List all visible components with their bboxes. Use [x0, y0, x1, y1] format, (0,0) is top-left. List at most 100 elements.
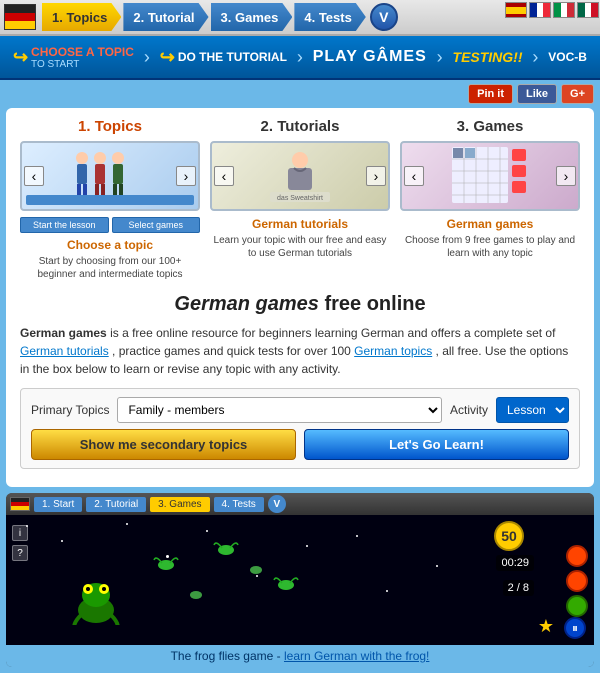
- nav-tab-tests[interactable]: 4. Tests: [294, 3, 365, 31]
- games-column: 3. Games: [400, 118, 580, 281]
- google-plus-button[interactable]: G+: [561, 84, 594, 104]
- french-flag-icon[interactable]: [529, 2, 551, 18]
- star-2: [61, 540, 63, 542]
- activity-label: Activity: [450, 403, 488, 417]
- nav-tab-tutorial[interactable]: 2. Tutorial: [123, 3, 208, 31]
- topics-col-desc: Start by choosing from our 100+ beginner…: [20, 255, 200, 281]
- games-column-header: 3. Games: [457, 118, 524, 135]
- star-9: [386, 590, 388, 592]
- tutorials-next-button[interactable]: ›: [366, 166, 386, 186]
- nav-tab-games[interactable]: 3. Games: [211, 3, 293, 31]
- activity-select[interactable]: Lesson: [496, 397, 569, 423]
- games-col-title: German games: [447, 217, 534, 231]
- main-heading-highlight: German games: [174, 293, 319, 315]
- left-buttons: i ?: [12, 525, 28, 561]
- games-col-desc: Choose from 9 free games to play and lea…: [400, 234, 580, 260]
- secondary-topics-button[interactable]: Show me secondary topics: [31, 429, 296, 460]
- main-heading-rest: free online: [324, 293, 425, 315]
- game-caption-link[interactable]: learn German with the frog!: [284, 649, 429, 663]
- topics-prev-button[interactable]: ‹: [24, 166, 44, 186]
- step-2-label: do the tutorial: [178, 50, 287, 64]
- social-bar: Pin it Like G+: [0, 80, 600, 108]
- game-mini-tab-start[interactable]: 1. Start: [34, 497, 82, 512]
- nav-tab-topics-label: 1. Topics: [52, 10, 107, 25]
- tutorials-prev-button[interactable]: ‹: [214, 166, 234, 186]
- star-5: [206, 530, 208, 532]
- star-8: [356, 535, 358, 537]
- game-preview: 1. Start 2. Tutorial 3. Games 4. Tests V: [6, 493, 594, 667]
- left-button-1[interactable]: i: [12, 525, 28, 541]
- game-caption: The frog flies game - learn German with …: [6, 645, 594, 667]
- side-button-3[interactable]: [566, 595, 588, 617]
- top-navigation: 1. Topics 2. Tutorial 3. Games 4. Tests …: [0, 0, 600, 36]
- step-1-label: CHOOSE A topic: [31, 45, 134, 59]
- game-mini-tab-tests[interactable]: 4. Tests: [214, 497, 264, 512]
- step-divider-4: ›: [532, 47, 538, 68]
- counter-display: 2 / 8: [503, 580, 534, 596]
- game-mini-navigation: 1. Start 2. Tutorial 3. Games 4. Tests V: [6, 493, 594, 515]
- nav-tab-games-label: 3. Games: [221, 10, 279, 25]
- primary-topics-select[interactable]: Family - members: [117, 397, 442, 423]
- step-2-arrow-icon: ↪: [160, 47, 175, 68]
- german-topics-link[interactable]: German topics: [354, 344, 432, 358]
- vocab-button[interactable]: V: [370, 3, 398, 31]
- game-mini-tab-tutorial[interactable]: 2. Tutorial: [86, 497, 146, 512]
- pause-button[interactable]: ⏸: [564, 617, 586, 639]
- star-rating: ★: [538, 616, 554, 637]
- step-5-item: VOC-b: [548, 50, 587, 64]
- game-caption-text: The frog flies game -: [171, 649, 284, 663]
- tutorials-screenshot-art: das Sweatshirt: [260, 146, 340, 206]
- step-1-item: ↪ CHOOSE A topic to START: [13, 45, 134, 70]
- german-flag-icon[interactable]: [4, 4, 36, 30]
- games-next-button[interactable]: ›: [556, 166, 576, 186]
- step-1-sublabel: to START: [31, 59, 134, 70]
- topics-col-title: Choose a topic: [67, 238, 153, 252]
- topics-ui-bar: [26, 195, 194, 205]
- games-prev-button[interactable]: ‹: [404, 166, 424, 186]
- german-tutorials-link[interactable]: German tutorials: [20, 344, 109, 358]
- three-columns: 1. Topics: [20, 118, 580, 281]
- side-button-1[interactable]: [566, 545, 588, 567]
- timer-display: 00:29: [496, 555, 534, 571]
- tutorials-col-desc: Learn your topic with our free and easy …: [210, 234, 390, 260]
- game-mini-vocab-button[interactable]: V: [268, 495, 286, 513]
- nav-tab-topics[interactable]: 1. Topics: [42, 3, 121, 31]
- game-mini-tab-games[interactable]: 3. Games: [150, 497, 209, 512]
- tutorials-column: 2. Tutorials das Sweatshirt ‹ › German t…: [210, 118, 390, 281]
- language-flags: [504, 0, 600, 36]
- side-button-2[interactable]: [566, 570, 588, 592]
- tutorials-screenshot: das Sweatshirt ‹ ›: [210, 141, 390, 211]
- nav-tab-tests-label: 4. Tests: [304, 10, 351, 25]
- frog-character: [66, 575, 126, 625]
- step-2-item: ↪ do the tutorial: [160, 47, 287, 68]
- left-button-2[interactable]: ?: [12, 545, 28, 561]
- score-display: 50: [494, 521, 524, 551]
- flying-bugs: [146, 535, 346, 615]
- step-divider-2: ›: [297, 47, 303, 68]
- game-mini-flag-icon: [10, 497, 30, 511]
- main-content: 1. Topics: [6, 108, 594, 487]
- spanish-flag-icon[interactable]: [505, 2, 527, 18]
- games-screenshot: ‹ ›: [400, 141, 580, 211]
- side-buttons: [566, 545, 588, 617]
- start-lesson-button[interactable]: Start the lesson: [20, 217, 109, 233]
- topics-column-header: 1. Topics: [78, 118, 142, 135]
- step-5-label: VOC-b: [548, 50, 587, 64]
- mexican-flag-icon[interactable]: [577, 2, 599, 18]
- selector-box: Primary Topics Family - members Activity…: [20, 388, 580, 469]
- desc-text-1: is a free online resource for beginners …: [110, 326, 555, 340]
- selector-row-1: Primary Topics Family - members Activity…: [31, 397, 569, 423]
- topics-next-button[interactable]: ›: [176, 166, 196, 186]
- nav-tab-tutorial-label: 2. Tutorial: [133, 10, 194, 25]
- pinterest-button[interactable]: Pin it: [468, 84, 513, 104]
- step-3-label: PLAY GÂMES: [313, 48, 427, 66]
- select-games-button[interactable]: Select games: [112, 217, 201, 233]
- step-divider-3: ›: [437, 47, 443, 68]
- facebook-like-button[interactable]: Like: [517, 84, 557, 104]
- go-learn-button[interactable]: Let's Go Learn!: [304, 429, 569, 460]
- tutorials-col-title: German tutorials: [252, 217, 348, 231]
- german-games-strong: German games: [20, 326, 107, 340]
- italian-flag-icon[interactable]: [553, 2, 575, 18]
- selector-buttons: Show me secondary topics Let's Go Learn!: [31, 429, 569, 460]
- step-4-item: TESTING!!: [453, 49, 523, 65]
